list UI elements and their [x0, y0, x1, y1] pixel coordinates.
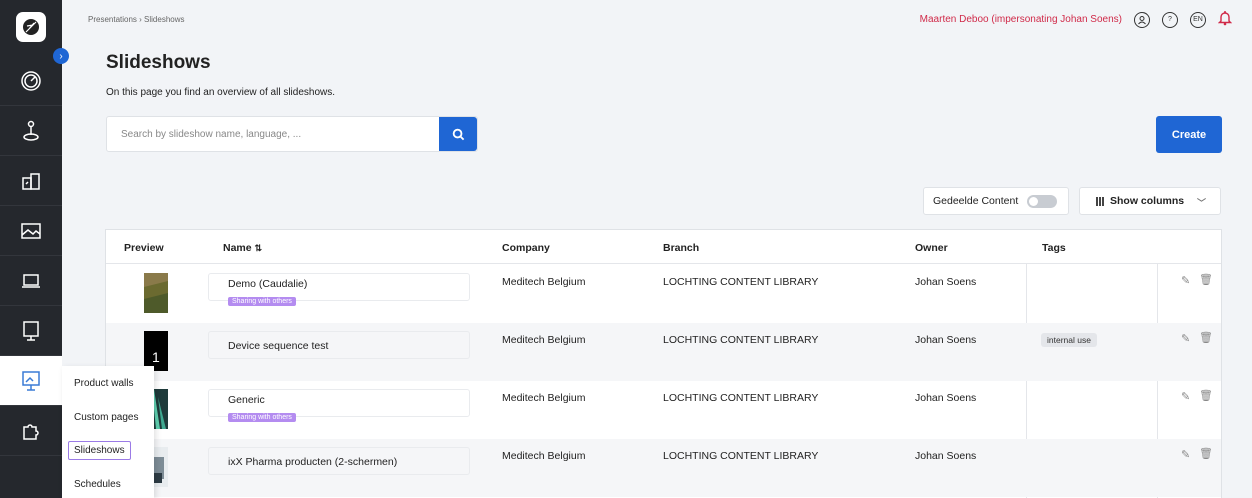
header-owner: Owner [915, 242, 948, 254]
company-cell: Meditech Belgium [502, 276, 586, 288]
breadcrumb[interactable]: Presentations › Slideshows [88, 15, 185, 24]
company-cell: Meditech Belgium [502, 392, 586, 404]
nav-media[interactable] [0, 206, 62, 256]
table-row[interactable]: Generic Sharing with others Meditech Bel… [106, 381, 1221, 439]
branch-cell: LOCHTING CONTENT LIBRARY [663, 334, 819, 346]
company-cell: Meditech Belgium [502, 334, 586, 346]
toggle-switch[interactable] [1027, 195, 1057, 208]
tag-chip: internal use [1041, 333, 1097, 347]
nav-integrations[interactable] [0, 406, 62, 456]
image-icon [21, 222, 41, 239]
nav-screens[interactable] [0, 256, 62, 306]
delete-icon[interactable]: 🗑 [1199, 331, 1213, 344]
side-nav-rail: › [0, 0, 69, 498]
delete-icon[interactable]: 🗑 [1199, 273, 1213, 286]
submenu-custom-pages[interactable]: Custom pages [74, 412, 138, 423]
owner-cell: Johan Soens [915, 450, 977, 462]
search-input[interactable] [107, 117, 439, 151]
impersonation-text: Maarten Deboo (impersonating Johan Soens… [919, 14, 1122, 25]
show-columns-dropdown[interactable]: Show columns ﹀ [1079, 187, 1221, 215]
edit-icon[interactable]: ✎ [1181, 274, 1190, 287]
nav-dashboard[interactable] [0, 56, 62, 106]
help-icon[interactable]: ? [1162, 11, 1178, 28]
joystick-icon [23, 120, 39, 141]
nav-products[interactable] [0, 156, 62, 206]
name-cell[interactable]: Demo (Caudalie) Sharing with others [208, 273, 470, 306]
header-tags: Tags [1042, 242, 1066, 254]
slideshow-name[interactable]: Device sequence test [228, 340, 469, 352]
sort-icon[interactable]: ⇅ [255, 243, 263, 253]
slideshow-name[interactable]: Generic [228, 394, 469, 406]
submenu-slideshows[interactable]: Slideshows [68, 441, 131, 460]
branch-cell: LOCHTING CONTENT LIBRARY [663, 276, 819, 288]
edit-icon[interactable]: ✎ [1181, 448, 1190, 461]
user-icon[interactable] [1134, 11, 1150, 28]
page-title: Slideshows [106, 52, 211, 73]
header-preview: Preview [124, 242, 164, 254]
shared-content-label: Gedeelde Content [933, 195, 1019, 207]
name-cell[interactable]: Device sequence test [208, 331, 470, 359]
header-name[interactable]: Name ⇅ [223, 242, 262, 254]
owner-cell: Johan Soens [915, 276, 977, 288]
edit-icon[interactable]: ✎ [1181, 332, 1190, 345]
app-logo[interactable] [16, 12, 46, 42]
slideshows-table: Preview Name ⇅ Company Branch Owner Tags… [105, 229, 1222, 498]
table-row[interactable]: ixX Pharma producten (2-schermen) Medite… [106, 439, 1221, 497]
language-selector[interactable]: EN [1190, 11, 1206, 28]
branch-cell: LOCHTING CONTENT LIBRARY [663, 450, 819, 462]
expand-nav-button[interactable]: › [53, 48, 69, 64]
nav-monitor[interactable] [0, 306, 62, 356]
nav-presentations[interactable] [0, 356, 62, 406]
company-cell: Meditech Belgium [502, 450, 586, 462]
table-header: Preview Name ⇅ Company Branch Owner Tags [106, 230, 1221, 264]
delete-icon[interactable]: 🗑 [1199, 389, 1213, 402]
create-button[interactable]: Create [1156, 116, 1222, 153]
edit-icon[interactable]: ✎ [1181, 390, 1190, 403]
name-cell[interactable]: Generic Sharing with others [208, 389, 470, 422]
table-row[interactable]: 1 Device sequence test Meditech Belgium … [106, 323, 1221, 381]
preview-number: 1 [152, 349, 160, 365]
submenu-product-walls[interactable]: Product walls [74, 378, 133, 389]
branch-cell: LOCHTING CONTENT LIBRARY [663, 392, 819, 404]
slideshow-name[interactable]: Demo (Caudalie) [228, 278, 469, 290]
name-cell[interactable]: ixX Pharma producten (2-schermen) [208, 447, 470, 475]
table-row[interactable]: Demo (Caudalie) Sharing with others Medi… [106, 265, 1221, 323]
top-bar: Maarten Deboo (impersonating Johan Soens… [919, 10, 1233, 29]
header-name-label: Name [223, 242, 252, 254]
slideshow-preview-thumbnail[interactable] [144, 273, 168, 313]
gauge-icon [21, 70, 41, 91]
sharing-badge: Sharing with others [228, 413, 296, 422]
presentation-icon [22, 370, 40, 391]
products-icon [22, 172, 40, 190]
notification-bell-icon[interactable] [1217, 10, 1233, 29]
owner-cell: Johan Soens [915, 392, 977, 404]
nav-joystick[interactable] [0, 106, 62, 156]
submenu-schedules[interactable]: Schedules [74, 479, 121, 490]
slideshow-name[interactable]: ixX Pharma producten (2-schermen) [228, 456, 469, 468]
search-icon [452, 128, 464, 140]
header-company: Company [502, 242, 550, 254]
search-bar [106, 116, 478, 152]
laptop-icon [22, 273, 40, 288]
owner-cell: Johan Soens [915, 334, 977, 346]
show-columns-label: Show columns [1110, 195, 1185, 207]
delete-icon[interactable]: 🗑 [1199, 447, 1213, 460]
page-description: On this page you find an overview of all… [106, 87, 336, 98]
puzzle-icon [23, 423, 39, 440]
chevron-down-icon: ﹀ [1196, 198, 1206, 208]
presentations-submenu: Product walls Custom pages Slideshows Sc… [62, 366, 154, 498]
search-button[interactable] [439, 117, 477, 151]
columns-icon [1096, 196, 1104, 206]
shared-content-toggle[interactable]: Gedeelde Content [923, 187, 1069, 215]
monitor-icon [23, 320, 39, 341]
header-branch: Branch [663, 242, 700, 254]
feather-logo-icon [23, 19, 39, 35]
sharing-badge: Sharing with others [228, 297, 296, 306]
